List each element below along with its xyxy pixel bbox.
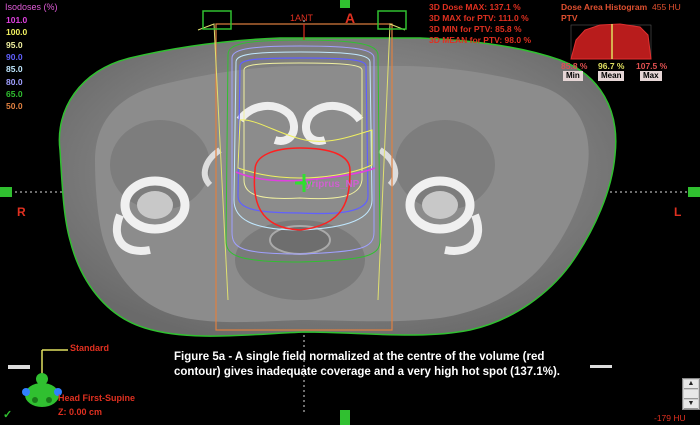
figure-caption: Figure 5a - A single field normalized at… xyxy=(174,351,560,378)
scroll-up-icon[interactable]: ▲ xyxy=(684,380,698,389)
isodose-level-7: 50.0 xyxy=(6,101,23,112)
isodose-level-1: 100.0 xyxy=(6,27,28,38)
isodose-level-4: 85.0 xyxy=(6,64,23,75)
histogram-min-value: 85.8 % xyxy=(561,61,588,71)
isodose-level-5: 80.0 xyxy=(6,76,23,87)
histogram-structure: PTV xyxy=(561,13,578,23)
check-icon[interactable]: ✓ xyxy=(3,408,12,421)
slice-z-position: Z: 0.00 cm xyxy=(58,407,103,417)
orientation-name: Standard xyxy=(70,343,110,353)
ptv-min-stat: 3D MIN for PTV: 85.8 % xyxy=(429,24,522,34)
ct-viewport[interactable]: Isodoses (%) 101.0 100.0 95.0 90.0 85.0 80.0 6… xyxy=(0,0,700,425)
histogram-mean-label: Mean xyxy=(598,71,625,81)
patient-position: Head First-Supine xyxy=(58,393,136,403)
isodose-legend-title: Isodoses (%) xyxy=(5,2,58,12)
isodose-level-2: 95.0 xyxy=(6,39,23,50)
left-edge-marker xyxy=(0,187,12,197)
hu-bottom-value: -179 HU xyxy=(654,413,686,423)
isodose-level-6: 65.0 xyxy=(6,88,23,99)
histogram-max-label: Max xyxy=(640,71,662,81)
anterior-marker: A xyxy=(345,10,356,26)
isodose-level-3: 90.0 xyxy=(6,51,23,62)
hu-top-value: 455 HU xyxy=(652,2,681,12)
left-marker: L xyxy=(674,205,682,219)
histogram-title: Dose Area Histogram xyxy=(561,2,648,12)
histogram-min-label: Min xyxy=(563,71,583,81)
ptv-max-stat: 3D MAX for PTV: 111.0 % xyxy=(429,13,529,23)
isodose-level-0: 101.0 xyxy=(6,15,28,25)
window-level-scrollbar[interactable]: ▲ ▼ xyxy=(682,378,700,410)
dose-max-stat: 3D Dose MAX: 137.1 % xyxy=(429,2,521,12)
scroll-down-icon[interactable]: ▼ xyxy=(684,400,698,409)
histogram-max-value: 107.5 % xyxy=(636,61,668,71)
ptv-mean-stat: 3D MEAN for PTV: 98.0 % xyxy=(429,35,532,45)
scroll-thumb[interactable] xyxy=(684,390,698,399)
dose-area-histogram xyxy=(570,23,652,60)
structure-label: yriprus_NP xyxy=(306,179,360,190)
bottom-edge-marker xyxy=(340,410,350,425)
beam-name-label[interactable]: 1ANT xyxy=(290,13,313,23)
right-marker: R xyxy=(17,205,26,219)
histogram-mean-value: 96.7 % xyxy=(598,61,625,71)
right-edge-marker xyxy=(688,187,700,197)
